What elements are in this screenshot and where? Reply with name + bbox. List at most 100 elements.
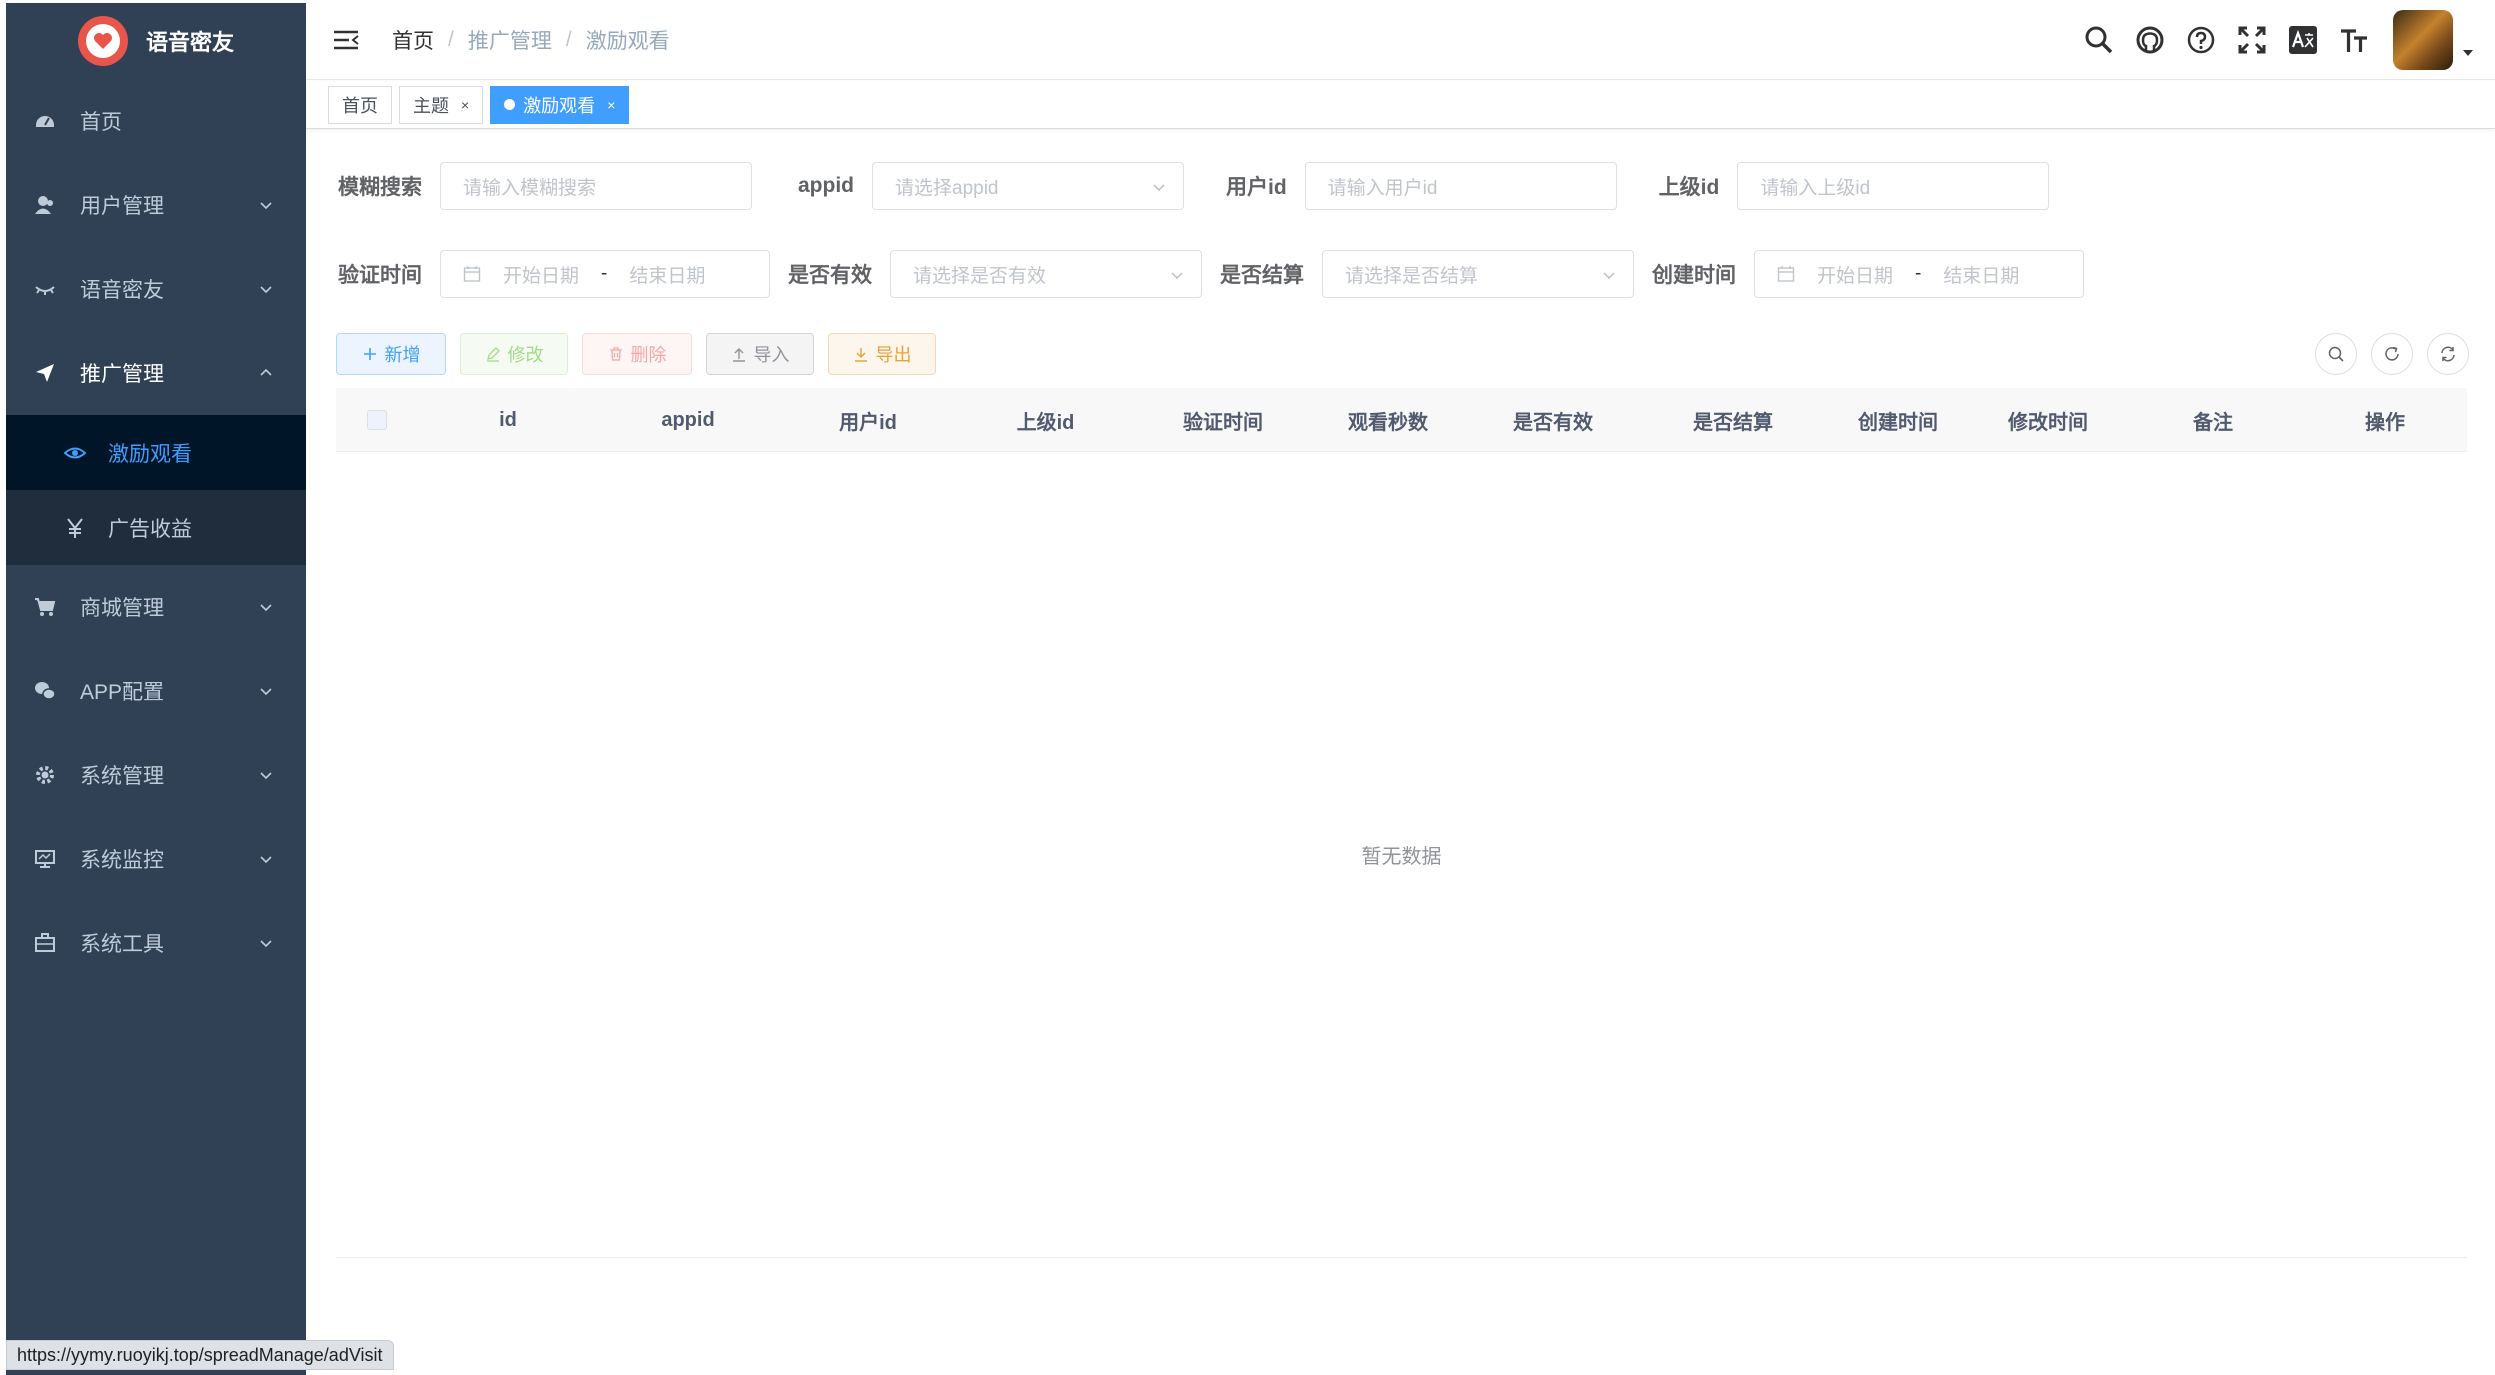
promotion-submenu: 激励观看 广告收益 [6,415,306,565]
userid-placeholder: 请输入用户id [1327,177,1438,199]
edit-icon [486,347,500,362]
tag-theme[interactable]: 主题 × [399,85,484,124]
sidebar-item-system-management[interactable]: 系统管理 [6,733,306,817]
parentid-label: 上级id [1658,176,1720,199]
language-icon[interactable] [2286,23,2320,57]
sidebar-item-system-tools[interactable]: 系统工具 [6,901,306,985]
verify-time-daterange[interactable]: 开始日期 - 结束日期 [440,250,770,298]
table-header: id appid 用户id 上级id 验证时间 观看秒数 是否有效 是否结算 创… [336,388,2467,452]
breadcrumb-home[interactable]: 首页 [392,25,434,55]
sidebar-item-system-monitor[interactable]: 系统监控 [6,817,306,901]
sidebar-item-app-config[interactable]: APP配置 [6,649,306,733]
toggle-search-button[interactable] [2315,333,2357,375]
monitor-icon [34,848,56,870]
appid-select[interactable]: 请选择appid [872,162,1184,210]
download-icon [854,348,867,362]
tag-home[interactable]: 首页 [328,85,392,124]
heart-logo-icon [77,16,128,66]
fuzzy-search-input[interactable]: 请输入模糊搜索 [440,162,752,210]
chevron-down-icon [260,202,272,210]
close-icon[interactable]: × [607,97,615,113]
settled-select[interactable]: 请选择是否结算 [1322,250,1634,298]
font-size-icon[interactable] [2337,23,2371,57]
active-dot-icon [504,99,516,110]
github-icon[interactable] [2133,23,2167,57]
column-header[interactable]: 备注 [2123,388,2303,452]
sidebar-item-ad-revenue[interactable]: 广告收益 [6,490,306,565]
export-button[interactable]: 导出 [828,333,936,375]
chevron-down-icon [1603,272,1615,280]
fullscreen-icon[interactable] [2235,23,2269,57]
create-time-end: 结束日期 [1943,265,2020,287]
logo[interactable]: 语音密友 [6,3,306,79]
caret-down-icon[interactable] [2461,46,2475,60]
create-time-daterange[interactable]: 开始日期 - 结束日期 [1754,250,2084,298]
sidebar-item-incentive-viewing[interactable]: 激励观看 [6,415,306,490]
column-header[interactable]: 操作 [2303,388,2467,452]
column-header[interactable]: 上级id [958,388,1133,452]
sidebar-item-home[interactable]: 首页 [6,79,306,163]
breadcrumb-current: 激励观看 [585,29,670,53]
app-title: 语音密友 [145,30,234,55]
add-button[interactable]: 新增 [336,333,446,375]
paper-plane-icon [34,362,56,384]
select-all-checkbox[interactable] [367,410,387,430]
edit-button[interactable]: 修改 [460,333,568,375]
column-header[interactable]: 验证时间 [1133,388,1313,452]
column-header[interactable]: 是否结算 [1643,388,1823,452]
appid-label: appid [798,174,854,197]
edit-button-label: 修改 [507,345,544,365]
upload-icon [732,348,745,362]
sidebar-item-label: 语音密友 [80,279,164,302]
sidebar-item-label: 首页 [80,111,122,134]
chevron-down-icon [260,856,272,864]
sync-icon [2441,346,2455,362]
sidebar-item-label: 激励观看 [108,442,192,466]
column-header[interactable]: 创建时间 [1823,388,1973,452]
column-header[interactable]: 观看秒数 [1313,388,1463,452]
page-root: 语音密友 首页 用户管理 语音密友 推广管理 激励观看 广告收益 商城管理 AP… [0,0,2495,1375]
sidebar-item-user-management[interactable]: 用户管理 [6,163,306,247]
tag-label: 主题 [413,95,449,116]
delete-button[interactable]: 删除 [582,333,692,375]
sidebar-item-shop-management[interactable]: 商城管理 [6,565,306,649]
help-icon[interactable] [2184,23,2218,57]
user-icon [34,194,56,216]
column-settings-button[interactable] [2427,333,2469,375]
sidebar-item-voice-friend[interactable]: 语音密友 [6,247,306,331]
chevron-down-icon [260,940,272,948]
sidebar-item-label: 广告收益 [108,517,192,541]
add-button-label: 新增 [384,345,421,365]
search-form-row-2: 验证时间 开始日期 - 结束日期 是否有效 请选择是否有效 是否结算 请选择是否… [338,250,2084,298]
userid-label: 用户id [1226,176,1287,199]
chevron-down-icon [260,688,272,696]
sidebar-item-label: APP配置 [80,681,165,704]
close-icon[interactable]: × [461,97,469,113]
breadcrumb-promotion[interactable]: 推广管理 [468,25,552,55]
breadcrumb-separator: / [565,27,572,51]
column-header[interactable]: 修改时间 [1973,388,2123,452]
refresh-button[interactable] [2371,333,2413,375]
tag-incentive-viewing[interactable]: 激励观看 × [490,85,630,124]
sidebar-item-promotion-management[interactable]: 推广管理 [6,331,306,415]
search-icon[interactable] [2082,23,2116,57]
parentid-input[interactable]: 请输入上级id [1737,162,2050,210]
import-button[interactable]: 导入 [706,333,814,375]
create-time-start: 开始日期 [1817,265,1894,287]
tag-label: 首页 [342,95,378,116]
fuzzy-search-label: 模糊搜索 [338,176,422,199]
search-icon [2328,346,2344,362]
userid-input[interactable]: 请输入用户id [1304,162,1617,210]
breadcrumb-separator: / [448,27,454,51]
chevron-down-icon [1153,184,1165,192]
eye-closed-icon [34,278,56,300]
column-header[interactable]: 用户id [778,388,958,452]
column-header[interactable]: 是否有效 [1463,388,1643,452]
eye-icon [64,442,86,464]
sidebar: 语音密友 首页 用户管理 语音密友 推广管理 激励观看 广告收益 商城管理 AP… [6,3,306,1375]
hamburger-menu-icon[interactable] [330,24,362,56]
column-header[interactable]: id [418,388,598,452]
column-header[interactable]: appid [598,388,778,452]
avatar[interactable] [2393,10,2453,70]
valid-select[interactable]: 请选择是否有效 [890,250,1202,298]
